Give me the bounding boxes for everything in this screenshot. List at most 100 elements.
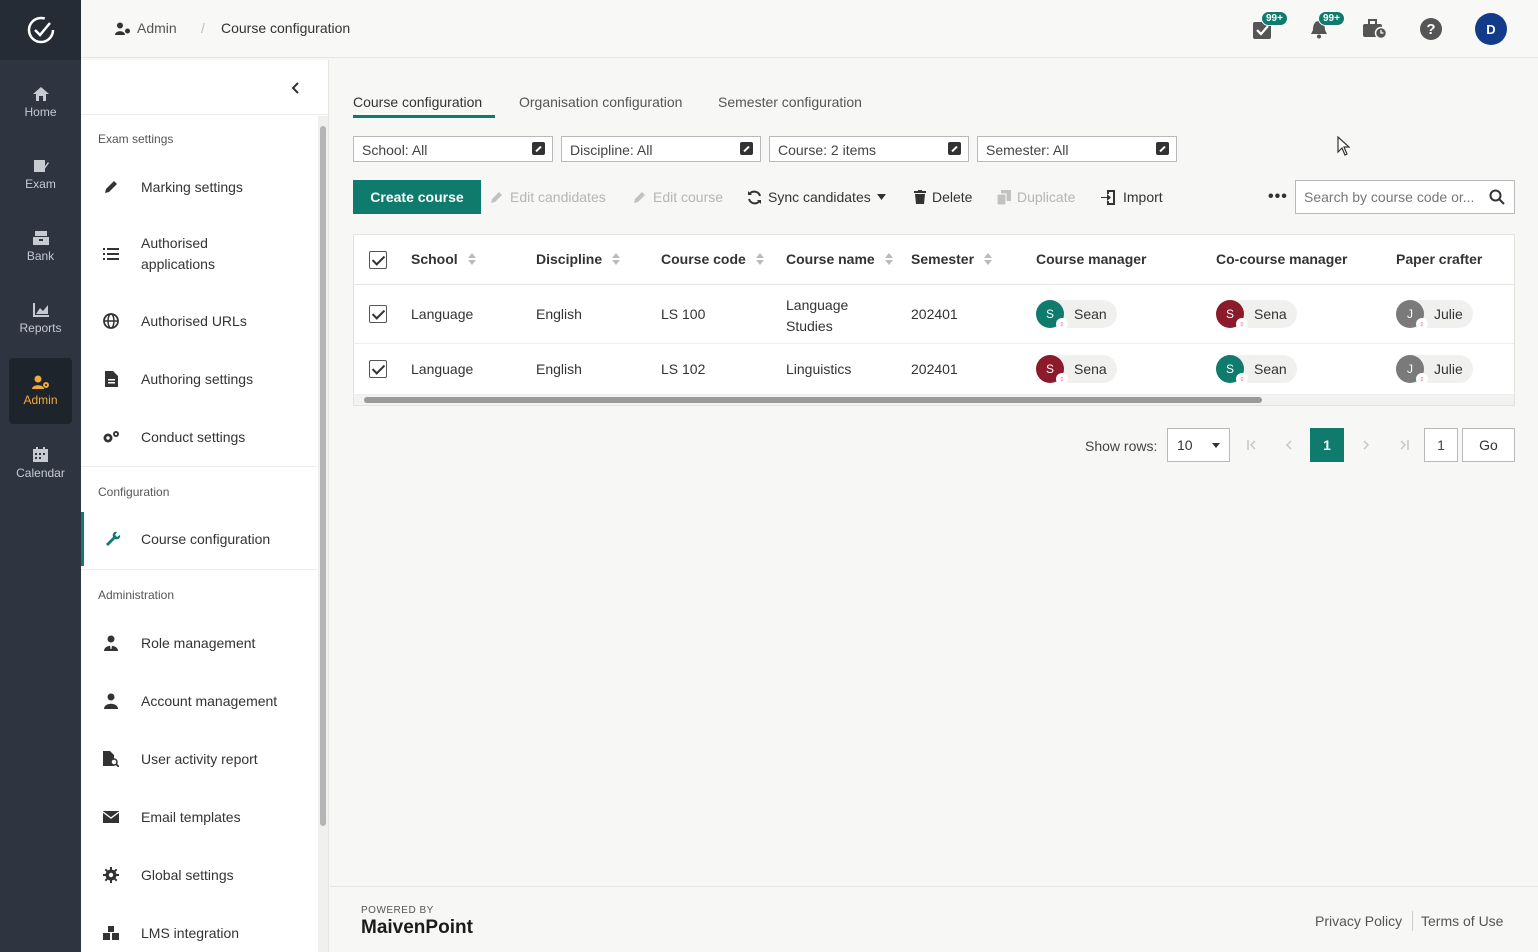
tab-semester-configuration[interactable]: Semester configuration [718,94,862,110]
rail-item-admin[interactable]: Admin [9,358,72,424]
collapse-sidebar-button[interactable] [287,80,303,96]
create-course-button[interactable]: Create course [353,180,481,214]
pencil-icon [491,192,502,203]
edit-candidates-button[interactable]: Edit candidates [490,189,606,205]
first-page-button[interactable] [1247,437,1257,453]
course-manager-chip[interactable]: S ♀ Sean [1036,300,1117,330]
col-header-course-code[interactable]: Course code [661,251,764,267]
co-course-manager-chip[interactable]: S ♀ Sean [1216,355,1297,385]
page-number-input[interactable]: 1 [1424,428,1458,462]
edit-filter-icon[interactable] [948,142,961,155]
wrench-icon [105,531,120,546]
filter-school[interactable]: School: All [353,136,553,162]
notifications-badge: 99+ [1318,11,1345,26]
toolbox-button[interactable] [1362,16,1388,42]
nav-item-course-configuration[interactable]: Course configuration [81,512,317,566]
next-page-button[interactable] [1362,437,1370,453]
co-course-manager-chip[interactable]: S ♀ Sena [1216,300,1297,330]
user-avatar[interactable]: D [1475,13,1507,45]
import-button[interactable]: Import [1101,189,1163,205]
sort-icon [884,253,893,265]
nav-item-marking-settings[interactable]: Marking settings [81,176,317,198]
paper-crafter-chip[interactable]: J ♀ Julie [1396,355,1473,385]
tab-organisation-configuration[interactable]: Organisation configuration [519,94,682,110]
section-exam-settings: Exam settings [98,132,174,146]
notifications-button[interactable]: 99+ [1306,11,1345,42]
breadcrumb-admin[interactable]: Admin [115,20,177,36]
female-icon: ♀ [1056,318,1068,330]
rail-item-exam[interactable]: Exam [9,142,72,208]
rail-item-reports[interactable]: Reports [9,286,72,352]
go-button[interactable]: Go [1462,428,1515,462]
chevron-right-icon [1363,440,1370,450]
col-header-school[interactable]: School [411,251,476,267]
admin-sidenav: Exam settings Marking settings Authorise… [81,60,329,952]
help-button[interactable]: ? [1418,16,1444,42]
col-header-course-name[interactable]: Course name [786,251,893,267]
admin-user-icon [115,22,130,35]
sync-candidates-button[interactable]: Sync candidates [747,189,886,205]
page-1-button[interactable]: 1 [1310,428,1344,462]
table-scroll-thumb[interactable] [364,397,1262,403]
row-checkbox[interactable] [369,305,387,323]
table-row[interactable]: Language English LS 100 Language Studies … [354,285,1514,344]
edit-course-button[interactable]: Edit course [633,189,723,205]
col-header-discipline[interactable]: Discipline [536,251,621,267]
edit-filter-icon[interactable] [532,142,545,155]
pencil-icon [634,192,645,203]
filter-discipline[interactable]: Discipline: All [561,136,761,162]
nav-item-authorised-urls[interactable]: Authorised URLs [81,310,317,332]
nav-item-user-activity-report[interactable]: User activity report [81,748,317,770]
rail-item-home[interactable]: Home [9,70,72,136]
first-page-icon [1247,440,1256,450]
female-icon: ♀ [1056,373,1068,385]
nav-item-account-management[interactable]: Account management [81,690,317,712]
rail-label: Home [24,105,57,119]
sidenav-scroll-thumb[interactable] [320,126,326,826]
table-row[interactable]: Language English LS 102 Linguistics 2024… [354,344,1514,395]
terms-of-use-link[interactable]: Terms of Use [1421,913,1503,929]
row-checkbox[interactable] [369,360,387,378]
caret-down-icon [876,194,886,200]
table-horizontal-scrollbar[interactable] [354,395,1514,405]
nav-item-role-management[interactable]: Role management [81,632,317,654]
app-rail: Home Exam Bank Reports Admin Calendar [0,0,81,952]
tab-course-configuration[interactable]: Course configuration [353,94,482,110]
col-header-semester[interactable]: Semester [911,251,993,267]
select-all-checkbox[interactable] [369,251,387,269]
rows-per-page-select[interactable]: 10 [1167,428,1230,462]
course-search[interactable] [1295,180,1515,214]
nav-item-global-settings[interactable]: Global settings [81,864,317,886]
more-actions-button[interactable]: ••• [1268,188,1288,206]
filter-semester[interactable]: Semester: All [977,136,1177,162]
paper-crafter-chip[interactable]: J ♀ Julie [1396,300,1473,330]
delete-button[interactable]: Delete [914,189,972,205]
app-logo[interactable] [0,0,81,60]
filter-course[interactable]: Course: 2 items [769,136,969,162]
duplicate-button[interactable]: Duplicate [997,189,1075,205]
course-manager-chip[interactable]: S ♀ Sena [1036,355,1117,385]
rail-item-bank[interactable]: Bank [9,214,72,280]
gear-icon [103,867,119,883]
nav-item-lms-integration[interactable]: LMS integration [81,922,317,944]
home-icon [32,87,49,101]
powered-by-label: POWERED BY [361,905,434,916]
sidenav-scrollbar[interactable] [318,116,328,952]
col-header-course-manager: Course manager [1036,251,1147,267]
nav-item-authoring-settings[interactable]: Authoring settings [81,368,317,390]
nav-item-email-templates[interactable]: Email templates [81,806,317,828]
tasks-button[interactable]: 99+ [1249,11,1288,42]
avatar: S ♀ [1036,300,1068,330]
rail-item-calendar[interactable]: Calendar [9,430,72,496]
prev-page-button[interactable] [1285,437,1293,453]
nav-item-conduct-settings[interactable]: Conduct settings [81,426,317,448]
envelope-icon [103,811,119,823]
exam-icon [33,160,49,172]
edit-filter-icon[interactable] [740,142,753,155]
last-page-button[interactable] [1399,437,1409,453]
svg-text:?: ? [1426,21,1435,38]
search-input[interactable] [1296,181,1481,213]
edit-filter-icon[interactable] [1156,142,1169,155]
privacy-policy-link[interactable]: Privacy Policy [1315,913,1402,929]
nav-item-authorised-applications[interactable]: Authorised applications [81,232,317,276]
